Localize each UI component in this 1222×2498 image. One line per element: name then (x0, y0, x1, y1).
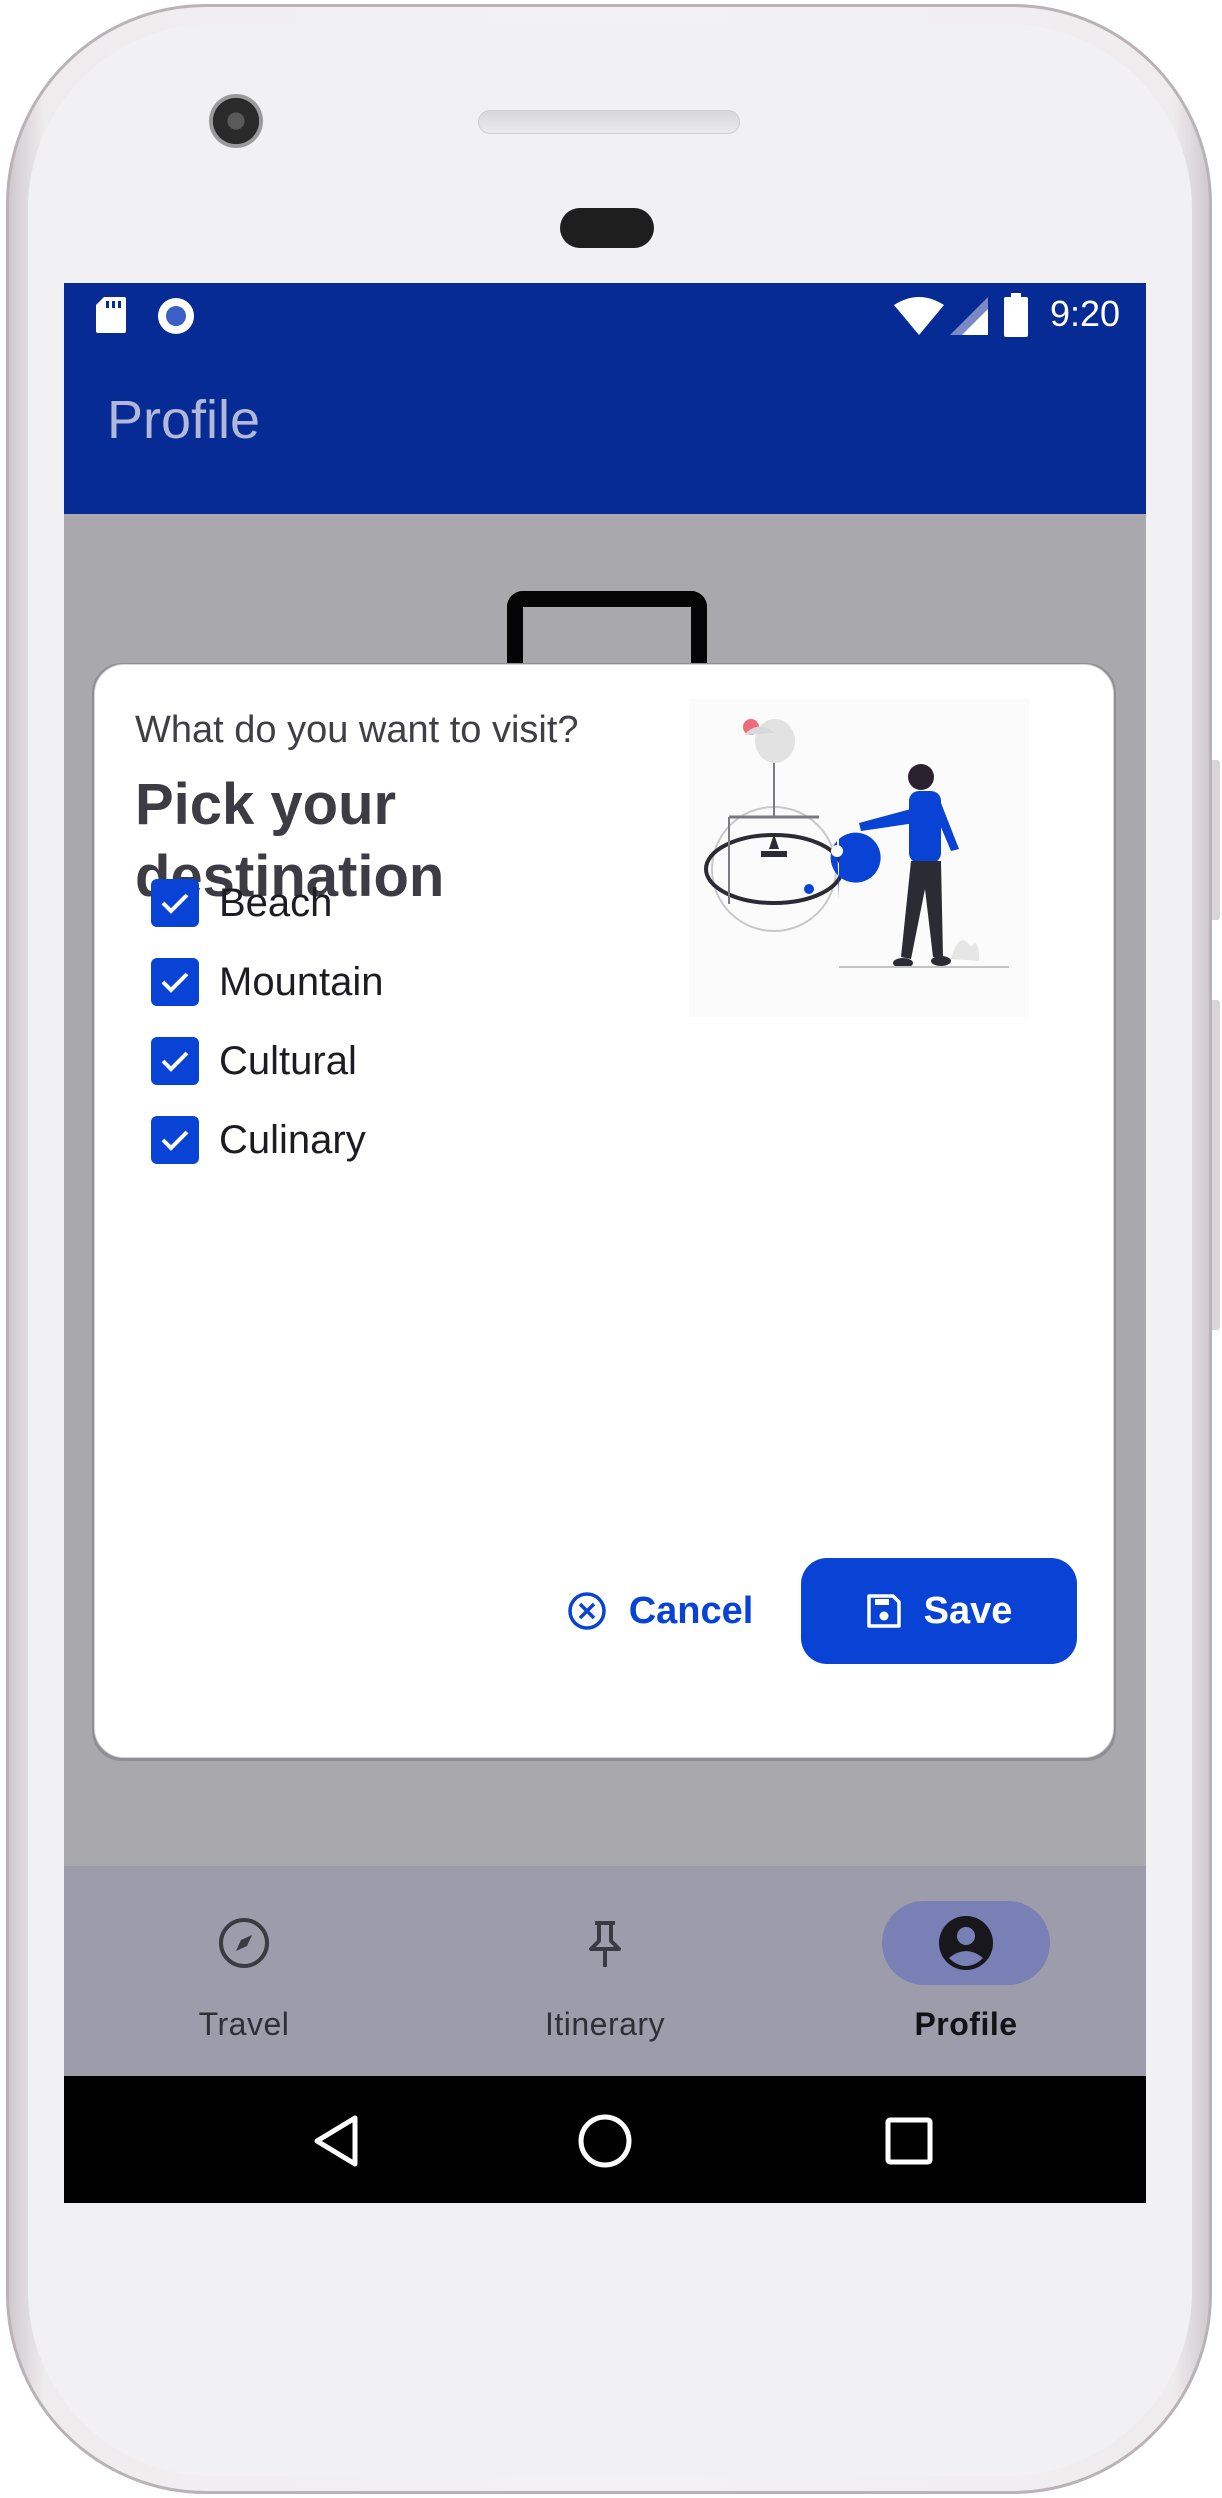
option-cultural[interactable]: Cultural (151, 1033, 357, 1089)
option-label: Beach (219, 880, 333, 925)
checkbox-cultural[interactable] (151, 1037, 199, 1085)
circle-dot-icon (156, 296, 196, 341)
compass-icon (219, 1918, 269, 1968)
option-label: Mountain (219, 959, 384, 1004)
wifi-icon (894, 297, 944, 340)
nav-item-itinerary[interactable]: Itinerary (425, 1866, 785, 2076)
front-camera (209, 94, 263, 148)
save-button[interactable]: Save (801, 1558, 1077, 1664)
back-icon[interactable] (301, 2106, 371, 2176)
app-bar: Profile (64, 349, 1146, 514)
check-icon (161, 1130, 189, 1151)
nav-item-profile[interactable]: Profile (786, 1866, 1146, 2076)
home-icon[interactable] (570, 2106, 640, 2176)
nav-label-travel: Travel (198, 2006, 290, 2042)
pin-icon (589, 1921, 621, 1967)
proximity-sensor (560, 208, 654, 248)
save-icon (866, 1593, 902, 1629)
check-icon (161, 972, 189, 993)
nav-active-indicator (882, 1901, 1050, 1985)
recents-icon[interactable] (874, 2106, 944, 2176)
nav-icon-container (521, 1901, 689, 1985)
save-label: Save (923, 1589, 1013, 1632)
checkbox-beach[interactable] (151, 879, 199, 927)
nav-label-profile: Profile (914, 2006, 1018, 2042)
cancel-circle-icon (567, 1591, 607, 1631)
check-icon (161, 893, 189, 914)
battery-icon (1004, 293, 1028, 342)
nav-icon-container (160, 1901, 328, 1985)
nav-label-itinerary: Itinerary (544, 2006, 666, 2042)
destination-dialog: What do you want to visit? Pick your des… (94, 664, 1114, 1758)
check-icon (161, 1051, 189, 1072)
account-circle-icon (939, 1916, 993, 1970)
earpiece-speaker (478, 110, 740, 134)
bottom-navigation: Travel Itinerary Profile (64, 1866, 1146, 2076)
option-label: Culinary (219, 1117, 366, 1162)
sd-card-icon (96, 297, 126, 338)
option-mountain[interactable]: Mountain (151, 954, 384, 1010)
system-navigation-bar (64, 2076, 1146, 2203)
screen: 9:20 Profile What do you want to visit? … (64, 283, 1146, 2203)
dialog-subtitle: What do you want to visit? (135, 709, 579, 751)
checkbox-mountain[interactable] (151, 958, 199, 1006)
status-time: 9:20 (1050, 293, 1121, 334)
signal-icon (950, 297, 988, 340)
cancel-button[interactable]: Cancel (545, 1558, 775, 1664)
nav-item-travel[interactable]: Travel (64, 1866, 424, 2076)
option-culinary[interactable]: Culinary (151, 1112, 366, 1168)
checkbox-culinary[interactable] (151, 1116, 199, 1164)
option-label: Cultural (219, 1038, 357, 1083)
destination-illustration (689, 699, 1029, 1017)
option-beach[interactable]: Beach (151, 875, 332, 931)
status-bar: 9:20 (64, 283, 1146, 349)
cancel-label: Cancel (628, 1589, 754, 1632)
phone-frame: 9:20 Profile What do you want to visit? … (0, 0, 1222, 2498)
page-title: Profile (107, 390, 261, 450)
